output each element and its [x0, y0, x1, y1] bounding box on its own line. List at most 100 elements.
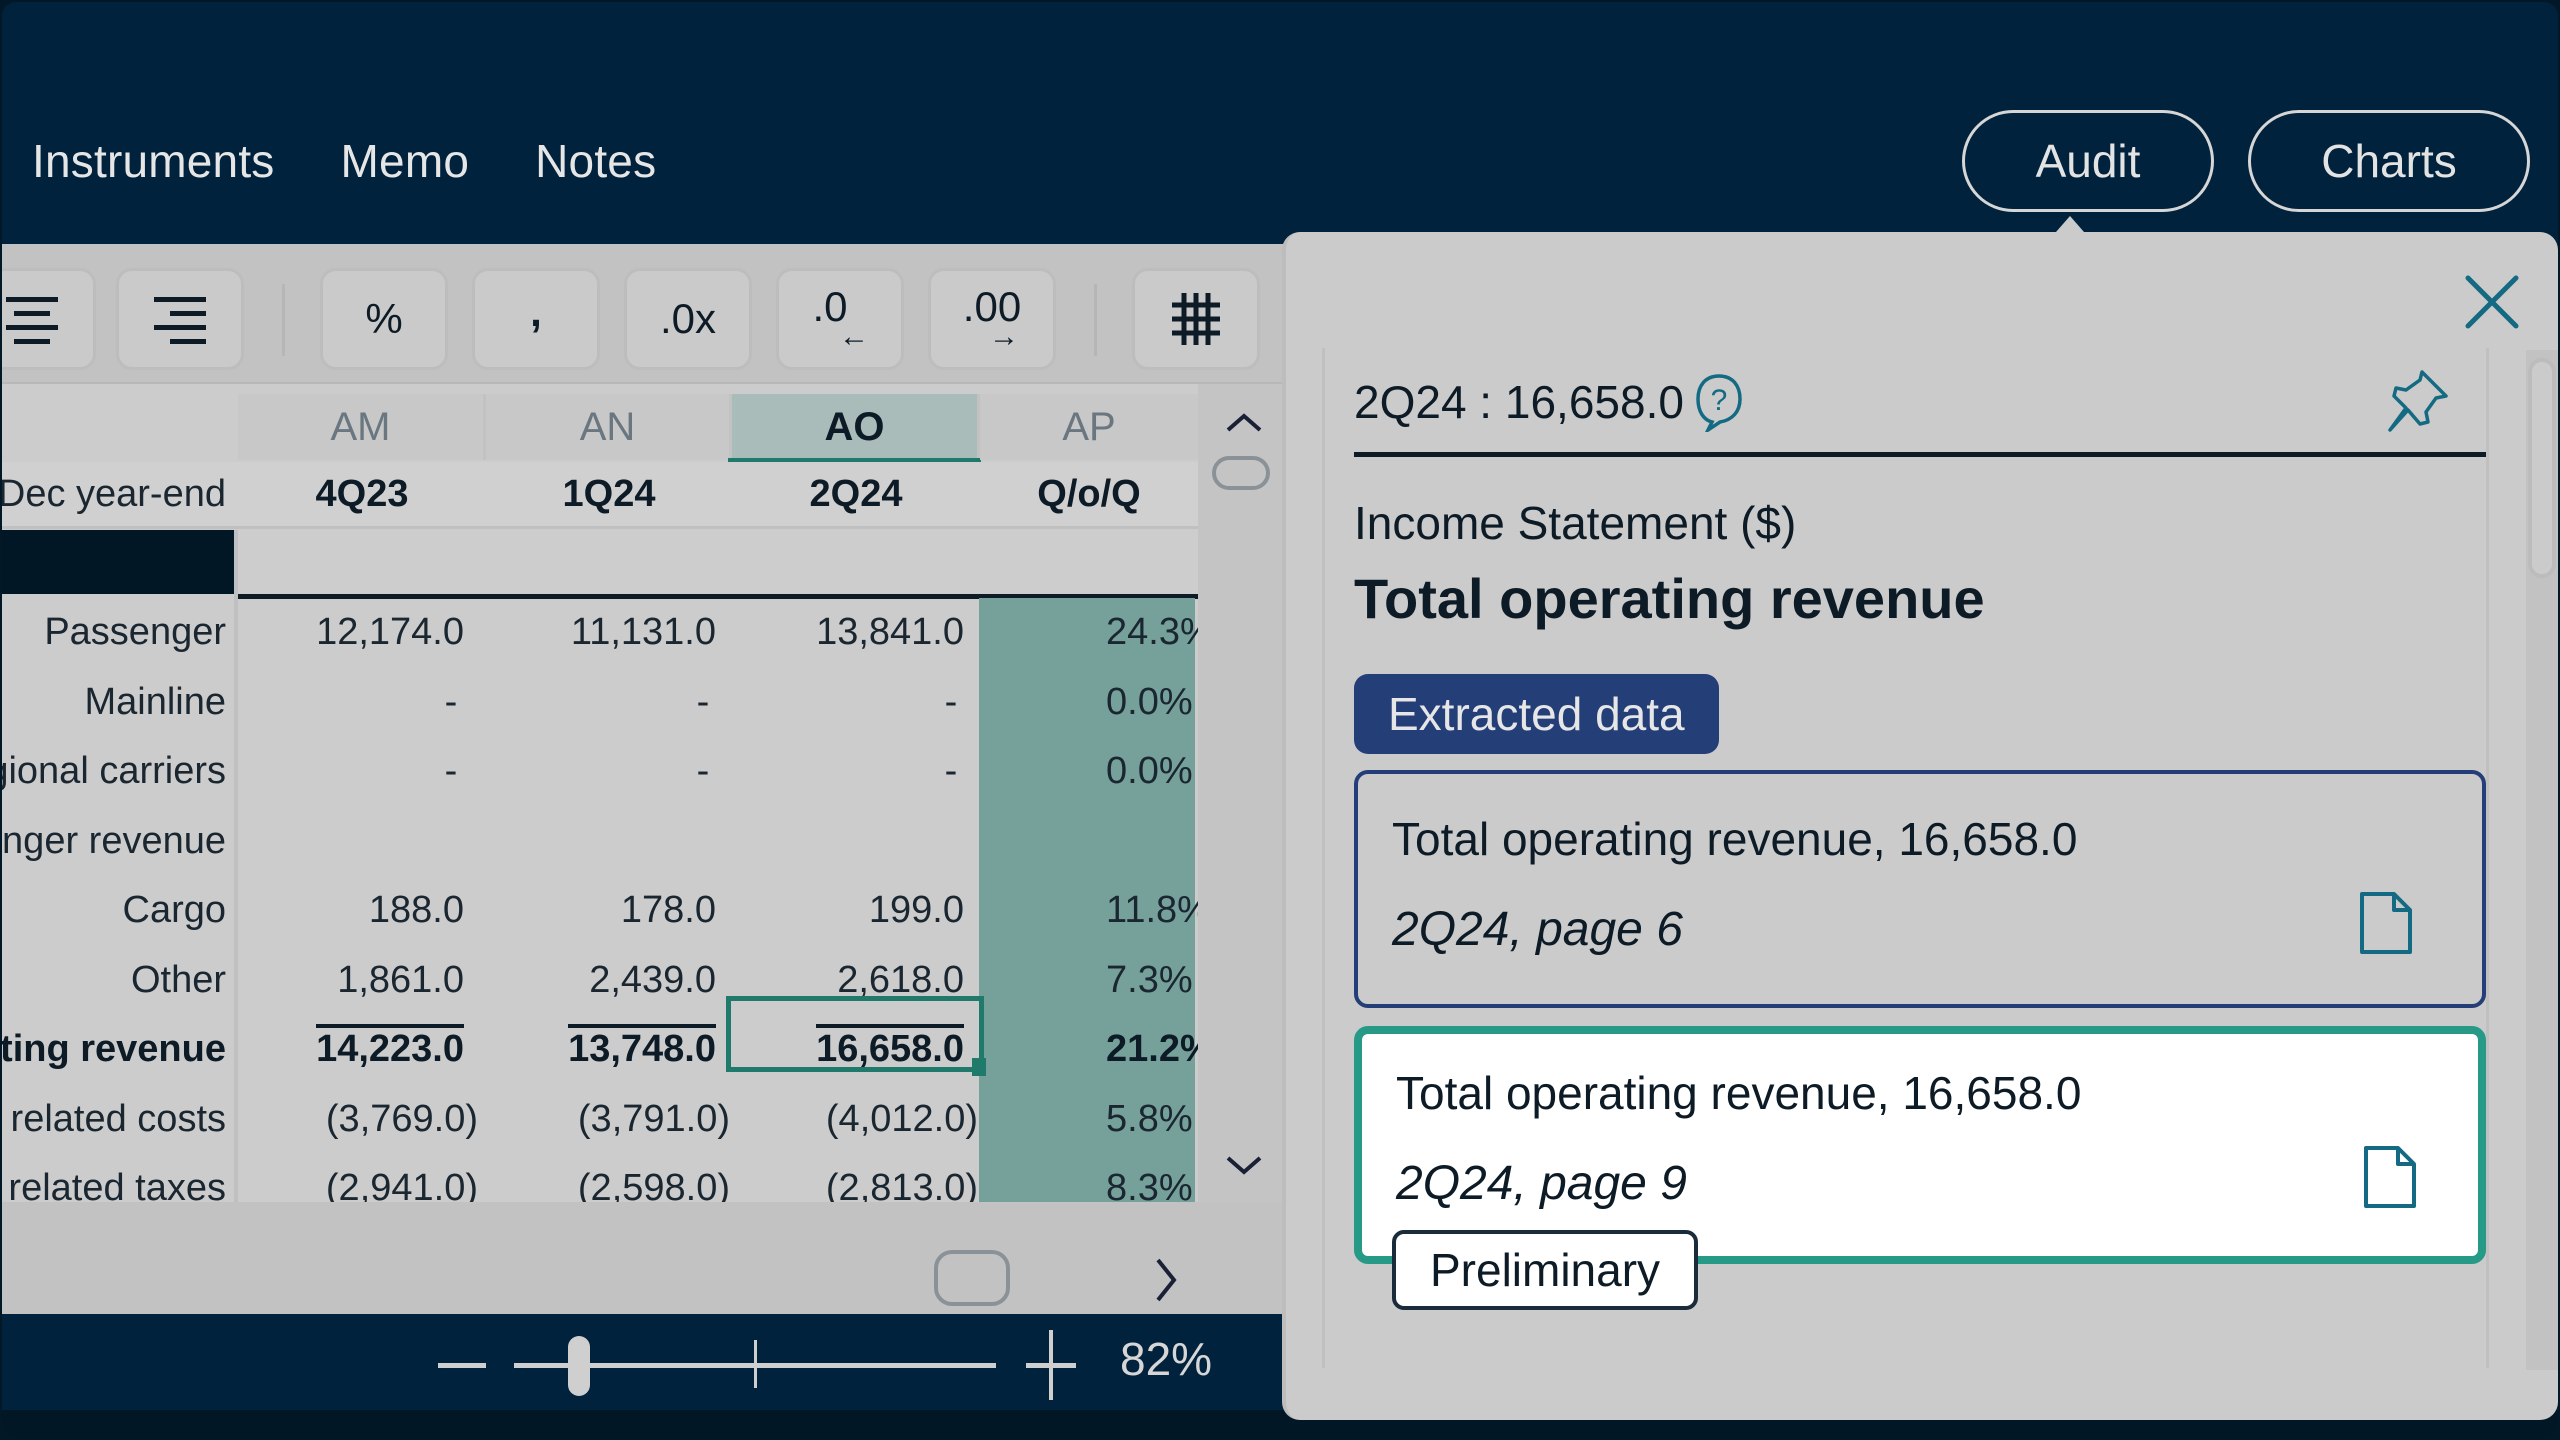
row-label: Other: [130, 958, 226, 1001]
zoom-in-button[interactable]: [1026, 1330, 1076, 1400]
column-header-am[interactable]: AM: [238, 394, 486, 460]
close-icon[interactable]: [2462, 272, 2522, 332]
table-cell[interactable]: (4,012.0): [752, 1085, 978, 1153]
cell-value: 0.0%: [1106, 680, 1193, 723]
align-center-icon: [6, 295, 58, 344]
table-cell[interactable]: -: [490, 668, 716, 736]
table-row: Fuel related costs (3,769.0) (3,791.0) (4,0…: [2, 1085, 1198, 1153]
cell-value: 188.0: [368, 889, 464, 931]
table-cell[interactable]: 2,439.0: [490, 946, 716, 1014]
table-cell[interactable]: [738, 807, 964, 875]
gridlines-button[interactable]: [1132, 268, 1260, 370]
table-cell[interactable]: [978, 807, 1198, 875]
panel-scroll-thumb[interactable]: [2528, 358, 2556, 578]
align-center-button[interactable]: [2, 268, 96, 370]
table-cell[interactable]: 7.3%: [978, 946, 1198, 1014]
percent-icon: %: [365, 295, 403, 342]
cell-value: -: [696, 750, 710, 792]
table-cell[interactable]: [238, 807, 464, 875]
scroll-down-icon[interactable]: [1226, 1154, 1262, 1178]
table-cell[interactable]: 13,841.0: [738, 598, 964, 666]
tab-instruments[interactable]: Instruments: [32, 134, 275, 188]
table-cell[interactable]: -: [238, 737, 464, 805]
vertical-scroll-thumb[interactable]: [1212, 456, 1270, 490]
table-cell[interactable]: 0.0%: [978, 737, 1198, 805]
scroll-right-icon[interactable]: [1154, 1258, 1178, 1302]
table-cell[interactable]: 188.0: [238, 876, 464, 944]
audit-popover-pointer: [2056, 216, 2084, 232]
thousands-separator-button[interactable]: ,: [472, 268, 600, 370]
vertical-scrollbar[interactable]: [1198, 384, 1292, 1202]
table-cell[interactable]: 199.0: [738, 876, 964, 944]
percent-button[interactable]: %: [320, 268, 448, 370]
table-cell[interactable]: -: [738, 668, 964, 736]
table-cell[interactable]: 21.2%: [978, 1015, 1198, 1083]
cell-value: (4,012.0): [825, 1097, 978, 1140]
toolbar-separator: [1094, 284, 1097, 356]
selected-cell[interactable]: [726, 996, 984, 1072]
cell-value: 12,174.0: [316, 611, 464, 653]
row-label: Passenger revenue: [2, 819, 226, 862]
period-2q24: 2Q24: [809, 472, 903, 515]
table-cell[interactable]: 14,223.0: [238, 1015, 464, 1083]
source-card-selected[interactable]: Total operating revenue, 16,658.0 2Q24, …: [1354, 1026, 2486, 1310]
svg-text:?: ?: [1711, 384, 1728, 417]
table-cell[interactable]: 0.0%: [978, 668, 1198, 736]
scroll-up-icon[interactable]: [1226, 410, 1262, 434]
table-cell[interactable]: -: [490, 737, 716, 805]
cell-value: 14,223.0: [316, 1024, 464, 1070]
clear-decimals-button[interactable]: .0x: [624, 268, 752, 370]
table-cell[interactable]: [490, 807, 716, 875]
column-header-an[interactable]: AN: [486, 394, 732, 460]
table-cell[interactable]: 11,131.0: [490, 598, 716, 666]
zoom-slider-thumb[interactable]: [568, 1336, 590, 1396]
table-cell[interactable]: (3,769.0): [252, 1085, 478, 1153]
cell-value: 21.2%: [1106, 1028, 1198, 1070]
panel-scrollbar[interactable]: [2526, 350, 2558, 1370]
cell-value: -: [444, 680, 458, 723]
column-header-ao[interactable]: AO: [728, 394, 981, 466]
column-header-ap[interactable]: AP: [980, 394, 1198, 460]
fill-handle[interactable]: [972, 1058, 986, 1076]
table-cell[interactable]: -: [238, 668, 464, 736]
document-icon[interactable]: [2358, 890, 2414, 956]
table-cell[interactable]: 11.8%: [978, 876, 1198, 944]
table-cell[interactable]: 24.3%: [978, 598, 1198, 666]
tab-memo[interactable]: Memo: [341, 134, 470, 188]
table-cell[interactable]: 12,174.0: [238, 598, 464, 666]
decrease-decimals-button[interactable]: .0 ←: [776, 268, 904, 370]
top-header: Instruments Memo Notes Audit Charts: [2, 2, 2558, 244]
source-card[interactable]: Total operating revenue, 16,658.0 2Q24, …: [1354, 770, 2486, 1008]
document-icon[interactable]: [2362, 1144, 2418, 1210]
increase-decimals-button[interactable]: .00 →: [928, 268, 1056, 370]
zoom-bar: 82%: [2, 1314, 1292, 1410]
line-item-heading: Total operating revenue: [1354, 567, 1985, 630]
table-cell[interactable]: 1,861.0: [238, 946, 464, 1014]
source-text: Total operating revenue, 16,658.0: [1392, 813, 2078, 865]
cell-value: 7.3%: [1106, 958, 1193, 1001]
horizontal-scrollbar[interactable]: [2, 1202, 1292, 1314]
zoom-level: 82%: [1120, 1333, 1213, 1385]
align-right-button[interactable]: [116, 268, 244, 370]
tab-notes[interactable]: Notes: [535, 134, 656, 188]
cell-value: 0.0%: [1106, 750, 1193, 792]
zoom-out-button[interactable]: [438, 1363, 486, 1368]
audit-button[interactable]: Audit: [1962, 110, 2214, 212]
horizontal-scroll-thumb[interactable]: [934, 1250, 1010, 1306]
table-cell[interactable]: 178.0: [490, 876, 716, 944]
charts-button[interactable]: Charts: [2248, 110, 2530, 212]
table-cell[interactable]: 5.8%: [978, 1085, 1198, 1153]
pin-icon[interactable]: [2382, 366, 2452, 436]
table-row: Other 1,861.0 2,439.0 2,618.0 7.3%: [2, 946, 1198, 1014]
table-cell[interactable]: (3,791.0): [504, 1085, 730, 1153]
app-window: Instruments Memo Notes Audit Charts % , …: [2, 2, 2558, 1438]
period-qoq: Q/o/Q: [1037, 472, 1141, 515]
preliminary-tag: Preliminary: [1392, 1230, 1699, 1310]
cell-value: -: [696, 680, 710, 723]
section-header-cell: [2, 530, 234, 594]
table-row: Cargo 188.0 178.0 199.0 11.8%: [2, 876, 1199, 944]
table-cell[interactable]: 13,748.0: [490, 1015, 716, 1083]
table-cell[interactable]: -: [738, 737, 964, 805]
help-bubble-icon[interactable]: ?: [1692, 372, 1746, 432]
cell-value: (3,769.0): [325, 1097, 478, 1140]
